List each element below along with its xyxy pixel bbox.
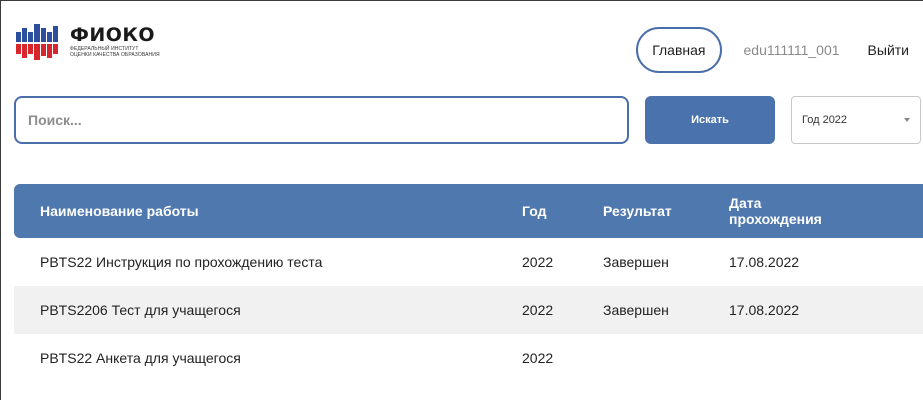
caret-down-icon [904,118,910,122]
row-name[interactable]: PBTS2206 Тест для учащегося [40,302,241,318]
row-year: 2022 [522,302,554,318]
row-date: 17.08.2022 [729,254,800,270]
header-date-line1: Дата [729,195,762,211]
table-header: Наименование работы Год Результат Дата п… [14,184,923,238]
logo-emblem-icon [16,24,64,64]
nav-logout-link[interactable]: Выйти [868,42,909,58]
row-result: Завершен [603,254,669,270]
search-box [14,96,629,144]
row-name[interactable]: PBTS22 Инструкция по прохождению теста [40,254,322,270]
logo-text: ФИОКО ФЕДЕРАЛЬНЫЙ ИНСТИТУТ ОЦЕНКИ КАЧЕСТ… [70,24,160,58]
table-row[interactable]: PBTS2206 Тест для учащегося 2022 Заверше… [14,286,923,334]
row-name[interactable]: PBTS22 Анкета для учащегося [40,350,241,366]
header-name: Наименование работы [40,203,199,219]
row-year: 2022 [522,254,554,270]
row-date: 17.08.2022 [729,302,800,318]
year-select[interactable]: Год 2022 [791,96,921,144]
logo[interactable]: ФИОКО ФЕДЕРАЛЬНЫЙ ИНСТИТУТ ОЦЕНКИ КАЧЕСТ… [16,24,160,64]
header-result: Результат [603,203,672,219]
logo-subtitle-line2: ОЦЕНКИ КАЧЕСТВА ОБРАЗОВАНИЯ [70,52,160,58]
nav-username: edu111111_001 [743,42,840,58]
row-result: Завершен [603,302,669,318]
table-row[interactable]: PBTS22 Анкета для учащегося 2022 [14,334,923,382]
row-year: 2022 [522,350,554,366]
table-row[interactable]: PBTS22 Инструкция по прохождению теста 2… [14,238,923,286]
logo-title: ФИОКО [70,24,156,46]
search-button[interactable]: Искать [645,96,775,144]
search-input[interactable] [16,98,627,142]
works-table: Наименование работы Год Результат Дата п… [14,184,923,382]
header-date: Дата прохождения [729,195,822,227]
top-nav: Главная edu111111_001 Выйти [636,26,923,74]
year-select-value: Год 2022 [802,114,848,126]
header-date-line2: прохождения [729,211,822,227]
nav-home-button[interactable]: Главная [636,27,722,73]
header-year: Год [522,203,547,219]
